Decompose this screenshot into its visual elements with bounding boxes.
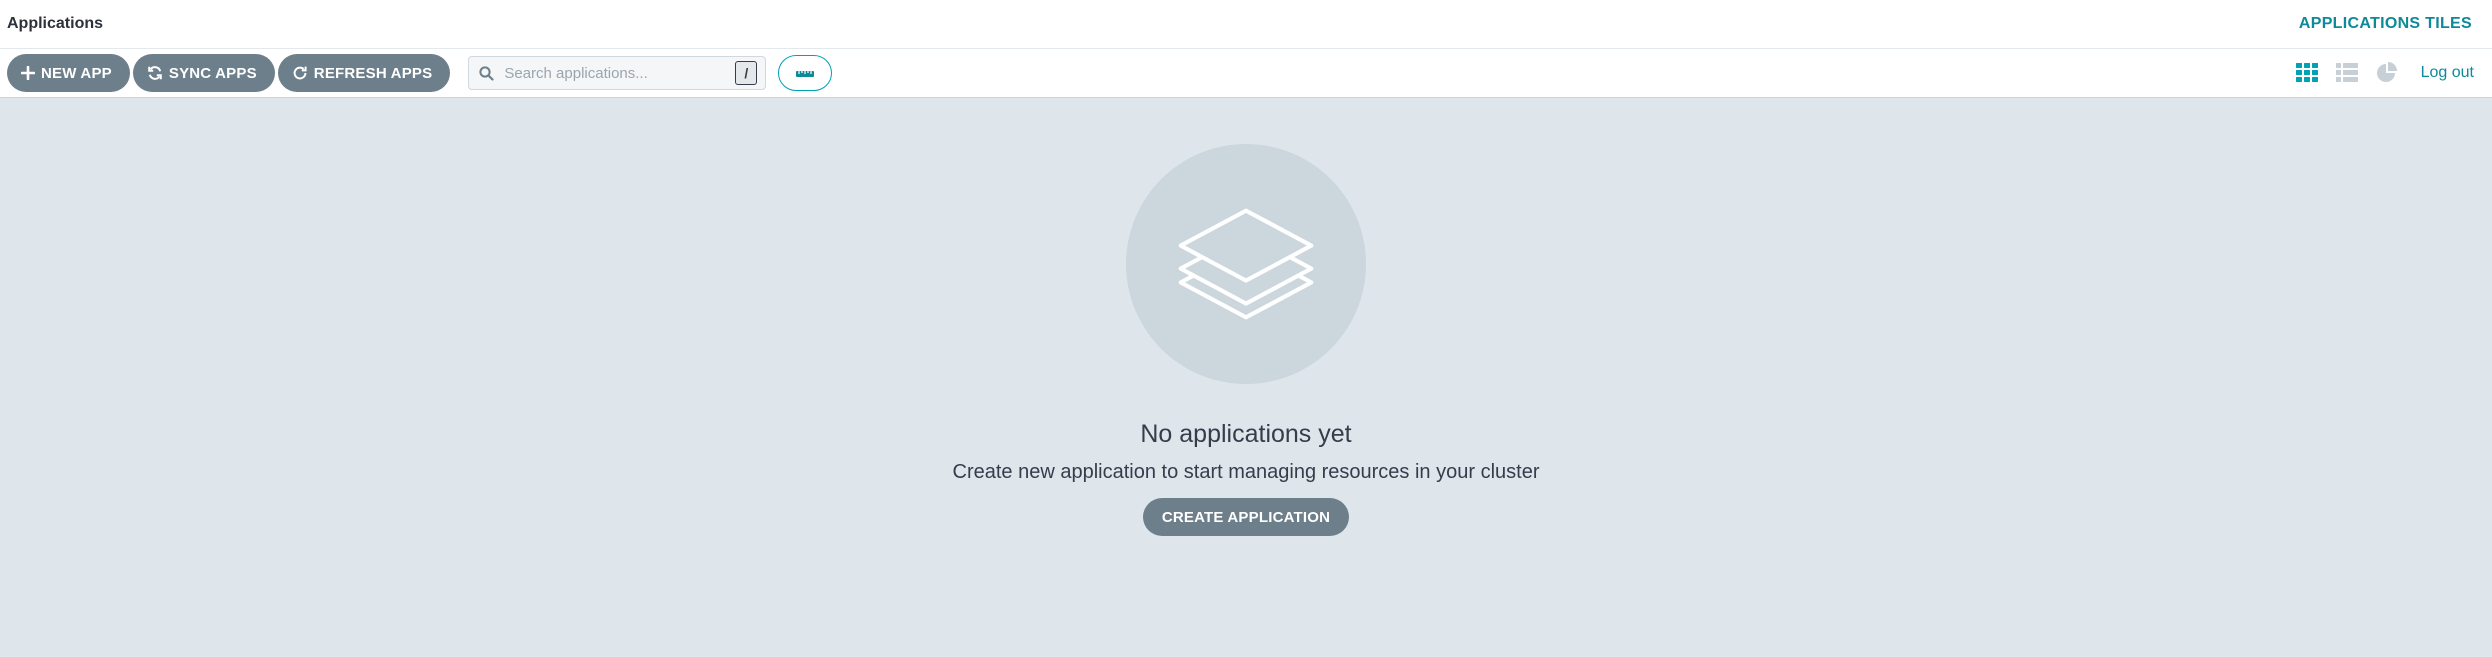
new-app-button[interactable]: NEW APP [7,54,130,92]
search-icon [479,65,494,81]
page-header: Applications APPLICATIONS TILES [0,0,2492,48]
empty-state: No applications yet Create new applicati… [0,98,2492,657]
ruler-icon [796,70,815,77]
page-title: Applications [7,15,104,32]
empty-state-title: No applications yet [1140,420,1352,448]
filter-toggle-button[interactable] [778,55,833,91]
empty-state-illustration [1126,144,1366,384]
layers-icon [1178,208,1314,320]
refresh-apps-button[interactable]: REFRESH APPS [277,54,451,92]
pie-chart-icon [2376,62,2397,82]
search-input[interactable] [494,63,736,83]
summary-view-toggle[interactable] [2373,59,2401,87]
create-application-button[interactable]: CREATE APPLICATION [1142,498,1350,536]
sync-apps-label: SYNC APPS [168,64,257,82]
list-icon [2335,63,2358,82]
tiles-view-toggle[interactable] [2293,59,2321,87]
new-app-label: NEW APP [41,64,112,82]
logout-link[interactable]: Log out [2421,64,2474,82]
empty-state-description: Create new application to start managing… [952,461,1540,483]
refresh-apps-label: REFRESH APPS [313,64,433,82]
sync-apps-button[interactable]: SYNC APPS [132,54,275,92]
view-title: APPLICATIONS TILES [2298,15,2472,32]
grid-icon [2295,63,2318,82]
refresh-icon [293,66,307,80]
toolbar: NEW APP SYNC APPS REFRESH APPS / [0,48,2492,98]
search-box: / [468,56,767,90]
sync-icon [148,66,162,80]
search-shortcut-key: / [735,61,758,85]
list-view-toggle[interactable] [2333,59,2361,87]
plus-icon [21,66,35,80]
